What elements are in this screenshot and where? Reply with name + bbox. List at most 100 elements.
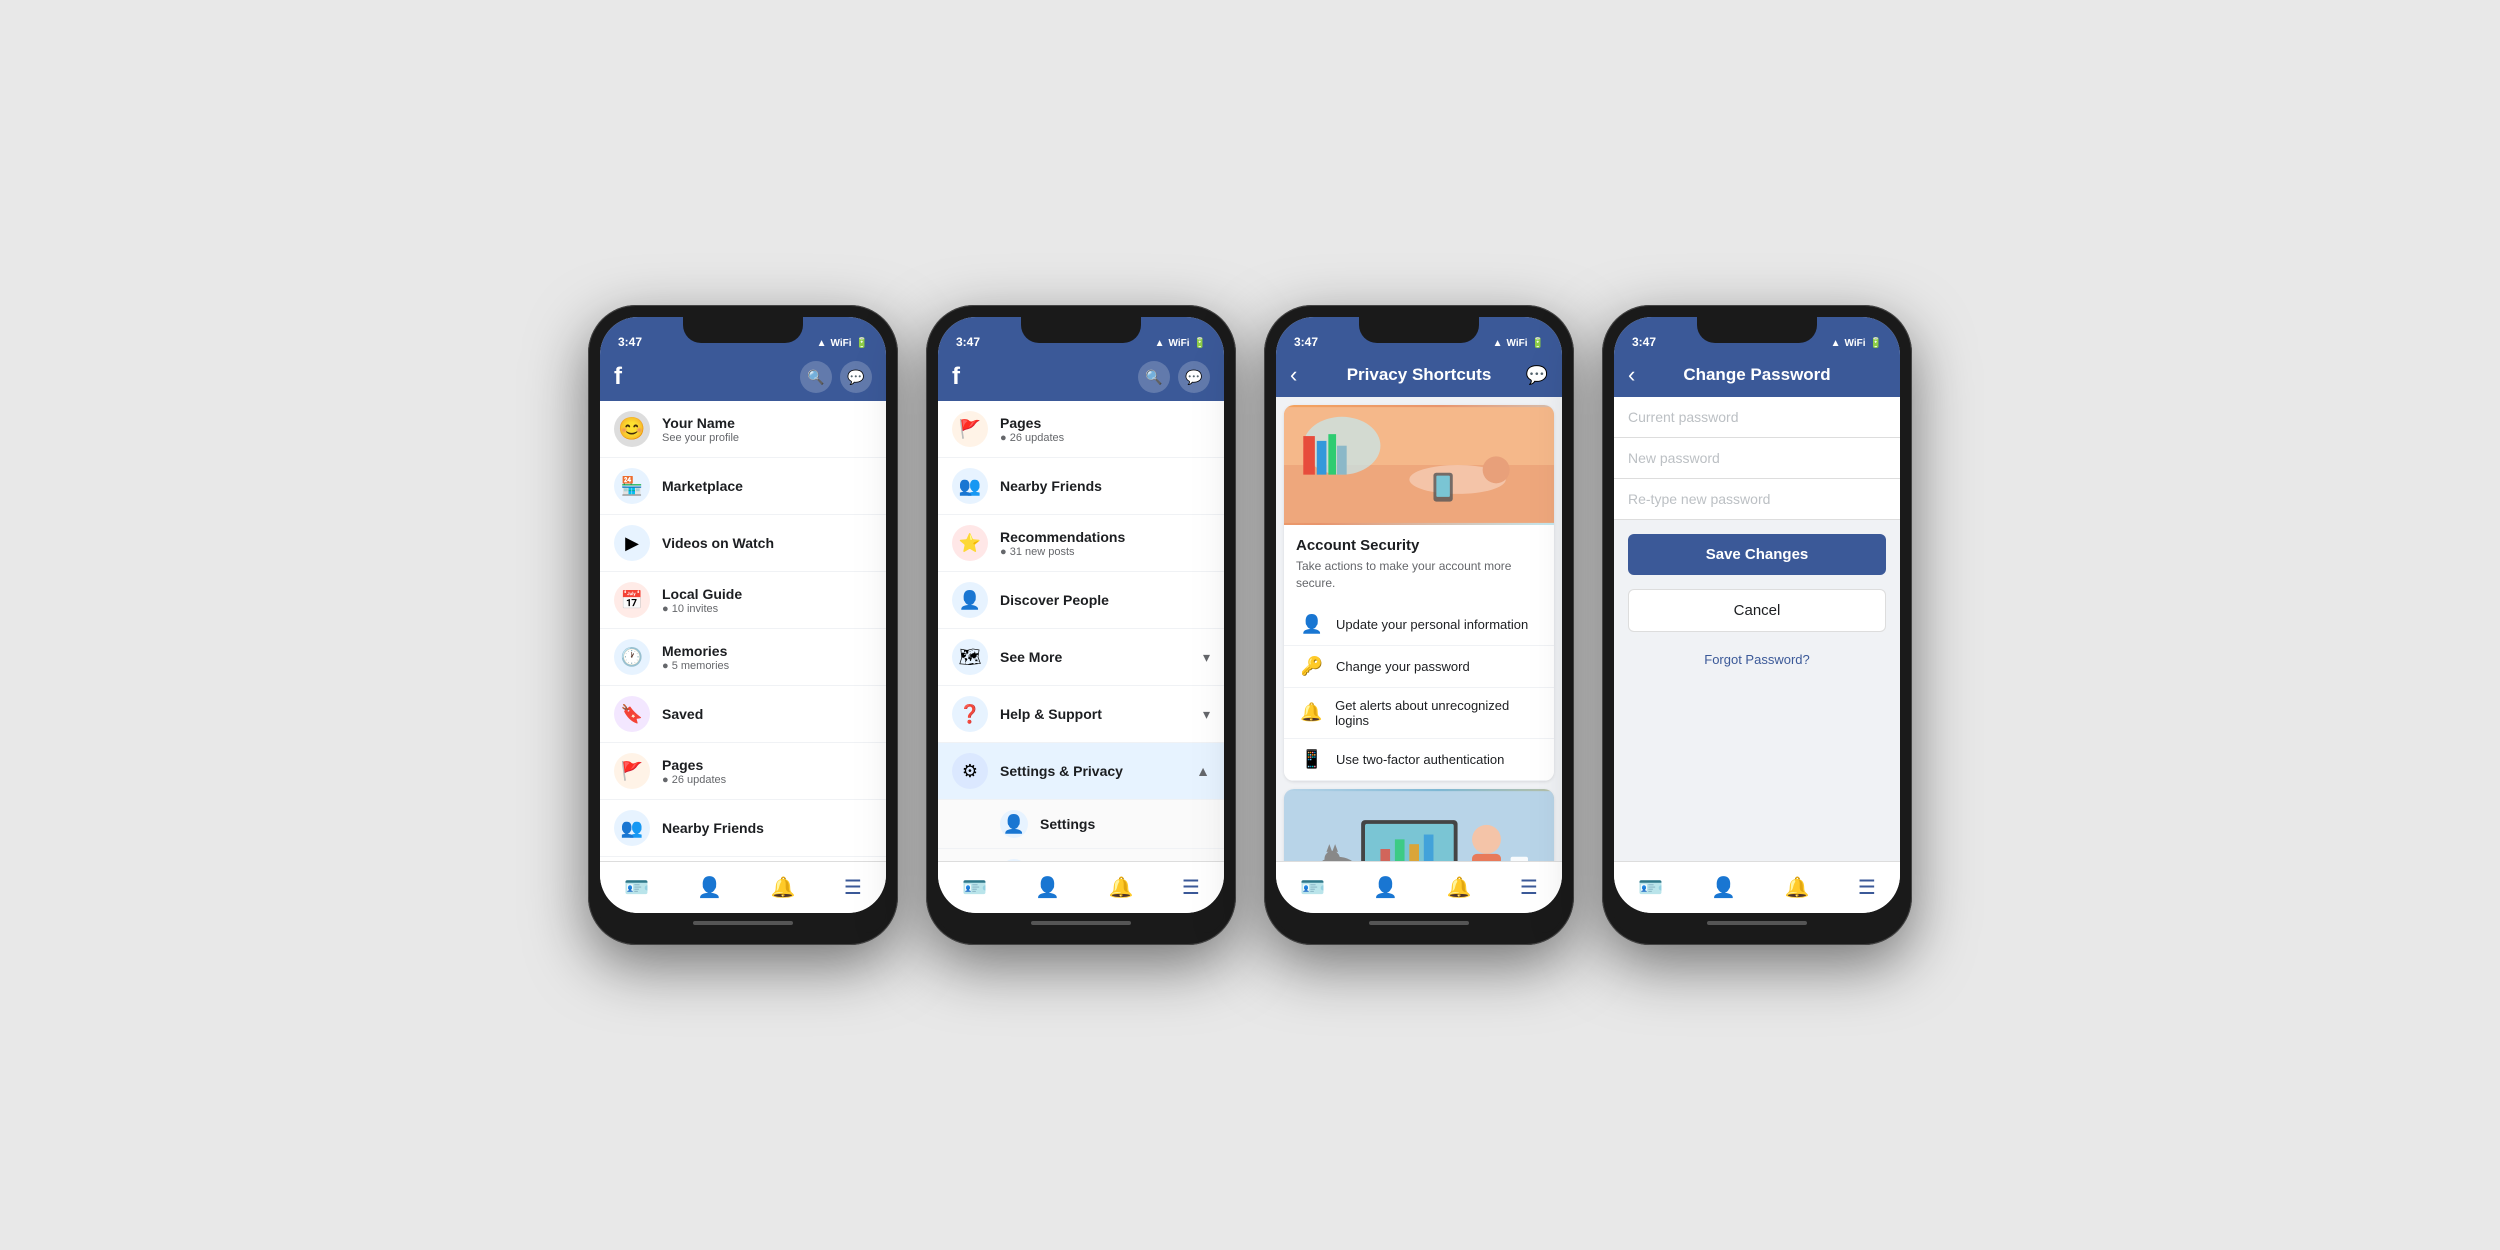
p4-nav-notifications-icon[interactable]: 🔔 xyxy=(1777,867,1818,908)
change-password-item[interactable]: 🔑 Change your password xyxy=(1284,646,1554,688)
update-personal-item[interactable]: 👤 Update your personal information xyxy=(1284,604,1554,646)
profile-avatar: 😊 xyxy=(614,411,650,447)
profile-name-container: Your Name See your profile xyxy=(662,415,872,444)
new-password-input[interactable] xyxy=(1614,438,1900,479)
back-button-4[interactable]: ‹ xyxy=(1628,362,1656,388)
pages-icon: 🚩 xyxy=(614,753,650,789)
fb-header-4: ‹ Change Password xyxy=(1614,353,1900,397)
signal-icon: ▲ xyxy=(817,338,827,349)
cancel-button[interactable]: Cancel xyxy=(1628,589,1886,632)
nearby-friends-item[interactable]: 👥 Nearby Friends xyxy=(600,800,886,857)
p2-reco-item[interactable]: ⭐ Recommendations ● 31 new posts xyxy=(938,515,1224,572)
bottom-nav-4: 🪪 👤 🔔 ☰ xyxy=(1614,861,1900,913)
p2-settings-privacy-item[interactable]: ⚙ Settings & Privacy ▲ xyxy=(938,743,1224,800)
marketplace-item[interactable]: 🏪 Marketplace xyxy=(600,458,886,515)
p4-nav-menu-icon[interactable]: ☰ xyxy=(1850,867,1884,908)
account-security-content: Account Security Take actions to make yo… xyxy=(1284,525,1554,604)
home-indicator-4 xyxy=(1614,913,1900,933)
battery-icon-3: 🔋 xyxy=(1532,338,1544,349)
p2-help-item[interactable]: ❓ Help & Support ▾ xyxy=(938,686,1224,743)
marketplace-icon: 🏪 xyxy=(614,468,650,504)
p2-see-more-icon: 🗺 xyxy=(952,639,988,675)
p3-nav-profile-icon[interactable]: 👤 xyxy=(1365,867,1406,908)
nearby-label: Nearby Friends xyxy=(662,820,872,836)
memories-item[interactable]: 🕐 Memories ● 5 memories xyxy=(600,629,886,686)
saved-item[interactable]: 🔖 Saved xyxy=(600,686,886,743)
ad-preferences-card: Ad Preferences Learn how ads work on Fac… xyxy=(1284,789,1554,861)
p3-nav-home-icon[interactable]: 🪪 xyxy=(1292,867,1333,908)
p2-nav-profile-icon[interactable]: 👤 xyxy=(1027,867,1068,908)
videos-item[interactable]: ▶ Videos on Watch xyxy=(600,515,886,572)
pages-item[interactable]: 🚩 Pages ● 26 updates xyxy=(600,743,886,800)
p4-nav-profile-icon[interactable]: 👤 xyxy=(1703,867,1744,908)
update-personal-label: Update your personal information xyxy=(1336,617,1528,632)
account-security-desc: Take actions to make your account more s… xyxy=(1296,558,1542,592)
wifi-icon: WiFi xyxy=(831,338,852,349)
p2-help-label: Help & Support xyxy=(1000,706,1191,722)
menu-list-1: 😊 Your Name See your profile 🏪 Marketpla… xyxy=(600,401,886,861)
messenger-icon-2[interactable]: 💬 xyxy=(1178,361,1210,393)
battery-icon-4: 🔋 xyxy=(1870,338,1882,349)
nav-notifications-icon[interactable]: 🔔 xyxy=(763,867,804,908)
memories-label: Memories xyxy=(662,643,872,659)
two-factor-icon: 📱 xyxy=(1298,749,1326,770)
home-indicator-2 xyxy=(938,913,1224,933)
local-guide-label: Local Guide xyxy=(662,586,872,602)
get-alerts-icon: 🔔 xyxy=(1298,702,1325,723)
fb-logo: f xyxy=(614,363,622,391)
back-button-3[interactable]: ‹ xyxy=(1290,362,1318,388)
p2-nav-menu-icon[interactable]: ☰ xyxy=(1174,867,1208,908)
current-password-input[interactable] xyxy=(1614,397,1900,438)
phone-1: 3:47 ▲ WiFi 🔋 f 🔍 💬 😊 xyxy=(588,305,898,945)
profile-item[interactable]: 😊 Your Name See your profile xyxy=(600,401,886,458)
nav-menu-icon[interactable]: ☰ xyxy=(836,867,870,908)
nav-home-icon[interactable]: 🪪 xyxy=(616,867,657,908)
p4-nav-home-icon[interactable]: 🪪 xyxy=(1630,867,1671,908)
p2-discover-item[interactable]: 👤 Discover People xyxy=(938,572,1224,629)
p2-nav-home-icon[interactable]: 🪪 xyxy=(954,867,995,908)
p2-pages-sub: ● 26 updates xyxy=(1000,432,1210,444)
memories-sub: ● 5 memories xyxy=(662,660,872,672)
get-alerts-label: Get alerts about unrecognized logins xyxy=(1335,698,1540,728)
p3-nav-menu-icon[interactable]: ☰ xyxy=(1512,867,1546,908)
status-time-3: 3:47 xyxy=(1294,335,1318,349)
search-icon-2[interactable]: 🔍 xyxy=(1138,361,1170,393)
status-icons-3: ▲ WiFi 🔋 xyxy=(1493,338,1544,349)
p2-pages-label: Pages xyxy=(1000,415,1210,431)
security-image xyxy=(1284,405,1554,525)
two-factor-item[interactable]: 📱 Use two-factor authentication xyxy=(1284,739,1554,781)
p2-see-more-item[interactable]: 🗺 See More ▾ xyxy=(938,629,1224,686)
p2-settings-item[interactable]: 👤 Settings xyxy=(938,800,1224,849)
p2-nearby-item[interactable]: 👥 Nearby Friends xyxy=(938,458,1224,515)
messenger-icon[interactable]: 💬 xyxy=(840,361,872,393)
forgot-password-link[interactable]: Forgot Password? xyxy=(1614,642,1900,677)
nav-profile-icon[interactable]: 👤 xyxy=(689,867,730,908)
privacy-content: Account Security Take actions to make yo… xyxy=(1276,397,1562,861)
save-changes-button[interactable]: Save Changes xyxy=(1628,534,1886,575)
two-factor-label: Use two-factor authentication xyxy=(1336,752,1504,767)
p2-pages-item[interactable]: 🚩 Pages ● 26 updates xyxy=(938,401,1224,458)
p2-settings-label: Settings xyxy=(1040,816,1210,832)
retype-password-input[interactable] xyxy=(1614,479,1900,520)
local-guide-item[interactable]: 📅 Local Guide ● 10 invites xyxy=(600,572,886,629)
messenger-icon-3[interactable]: 💬 xyxy=(1520,365,1548,386)
p2-nav-notifications-icon[interactable]: 🔔 xyxy=(1101,867,1142,908)
p2-privacy-shortcuts-item[interactable]: 🔒 Privacy Shortcuts xyxy=(938,849,1224,861)
home-bar-2 xyxy=(1031,921,1131,925)
change-pw-content: Save Changes Cancel Forgot Password? xyxy=(1614,397,1900,861)
p3-nav-notifications-icon[interactable]: 🔔 xyxy=(1439,867,1480,908)
local-guide-icon: 📅 xyxy=(614,582,650,618)
p2-reco-sub: ● 31 new posts xyxy=(1000,546,1210,558)
get-alerts-item[interactable]: 🔔 Get alerts about unrecognized logins xyxy=(1284,688,1554,739)
search-icon[interactable]: 🔍 xyxy=(800,361,832,393)
profile-name: Your Name xyxy=(662,415,872,431)
status-time-2: 3:47 xyxy=(956,335,980,349)
wifi-icon-4: WiFi xyxy=(1845,338,1866,349)
status-icons-4: ▲ WiFi 🔋 xyxy=(1831,338,1882,349)
phone-3: 3:47 ▲ WiFi 🔋 ‹ Privacy Shortcuts 💬 xyxy=(1264,305,1574,945)
home-bar-1 xyxy=(693,921,793,925)
wifi-icon-3: WiFi xyxy=(1507,338,1528,349)
p2-nearby-icon: 👥 xyxy=(952,468,988,504)
change-password-title: Change Password xyxy=(1656,365,1858,385)
password-form xyxy=(1614,397,1900,520)
